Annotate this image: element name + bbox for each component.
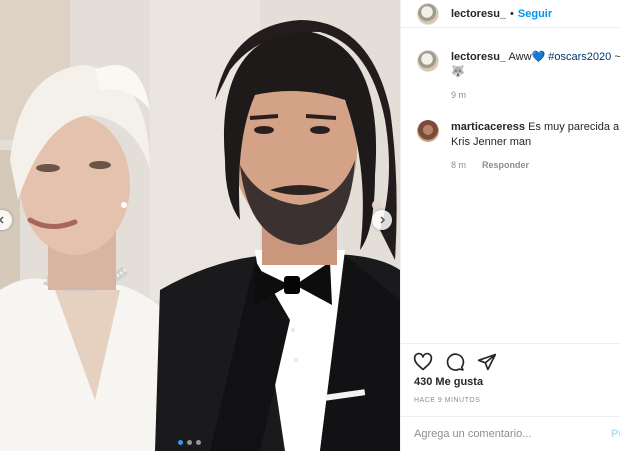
comment-body: marticaceress Es muy parecida a Kris Jen… [451,120,620,173]
caption-hashtag-suffix: ~ [614,51,620,63]
comment-icon [446,353,465,371]
heart-icon [413,352,433,371]
comment-text-line: marticaceress Es muy parecida a Kris Jen… [451,120,620,150]
header-username[interactable]: lectoresu_ [451,8,506,20]
carousel-next-button[interactable] [372,210,392,230]
comment-time[interactable]: 8 m [451,158,466,173]
action-icons [413,352,497,372]
list-item: marticaceress Es muy parecida a Kris Jen… [401,120,620,173]
caption: lectoresu_ Aww💙 #oscars2020 ~ 🐺 9 m [401,50,620,103]
comment-username[interactable]: marticaceress [451,121,525,133]
post-timestamp[interactable]: HACE 9 MINUTOS [414,397,480,404]
post-media[interactable] [0,0,400,451]
like-button[interactable] [413,352,433,372]
carousel-dot [196,440,201,445]
post-header: lectoresu_ • Seguir [401,0,620,28]
carousel-indicator [178,440,201,445]
caption-text-line: lectoresu_ Aww💙 #oscars2020 ~ [451,50,620,65]
caption-avatar[interactable] [417,50,439,72]
follow-button[interactable]: Seguir [518,8,552,20]
share-button[interactable] [477,352,497,372]
carousel-dot [178,440,183,445]
caption-username[interactable]: lectoresu_ [451,51,506,63]
add-comment-bar: Pu [401,416,620,451]
chevron-left-icon [0,216,4,224]
comment-avatar[interactable] [417,120,439,142]
carousel-dot [187,440,192,445]
post-photo [0,0,400,451]
avatar[interactable] [417,2,439,25]
post-side-panel: lectoresu_ • Seguir lectoresu_ Aww💙 #osc… [400,0,620,451]
comment-meta: 8 m Responder [451,158,620,173]
caption-meta: 9 m [451,88,620,103]
header-separator: • [510,7,514,20]
caption-text: Aww💙 [508,51,546,63]
comments-list: lectoresu_ Aww💙 #oscars2020 ~ 🐺 9 m mart… [401,50,620,173]
instagram-post: lectoresu_ • Seguir lectoresu_ Aww💙 #osc… [0,0,620,451]
share-icon [477,353,497,371]
comment-input[interactable] [414,428,594,440]
action-bar [401,343,620,371]
caption-hashtag[interactable]: #oscars2020 [548,51,611,63]
comment-button[interactable] [445,352,465,372]
caption-body: lectoresu_ Aww💙 #oscars2020 ~ 🐺 9 m [451,50,620,103]
likes-count[interactable]: 430 Me gusta [414,376,483,388]
publish-button[interactable]: Pu [611,428,620,440]
reply-button[interactable]: Responder [482,158,529,173]
caption-time[interactable]: 9 m [451,88,466,103]
chevron-right-icon [380,216,386,224]
caption-emoji: 🐺 [451,66,465,78]
